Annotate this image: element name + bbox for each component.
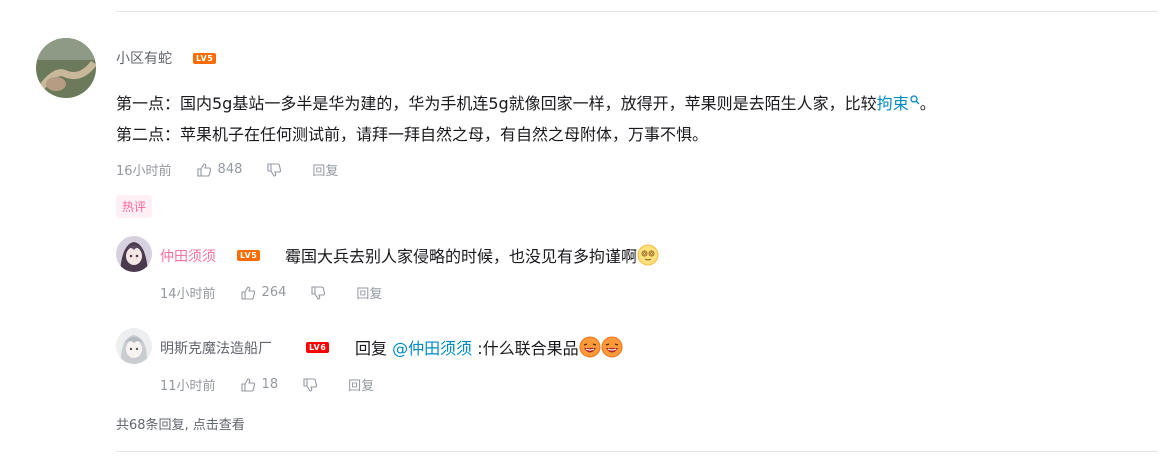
- hot-comment-tag: 热评: [116, 195, 153, 218]
- reply-button[interactable]: 回复: [356, 283, 382, 302]
- level-badge: LV5: [237, 250, 261, 261]
- username[interactable]: 小区有蛇: [116, 48, 172, 68]
- laughing-face-emoji-icon: [601, 336, 623, 358]
- comment-text-segment: 第一点：国内5g基站一多半是华为建的，华为手机连5g就像回家一样，放得开，苹果则…: [116, 94, 877, 113]
- like-count: 848: [217, 162, 243, 177]
- thumbs-down-icon: [267, 162, 282, 177]
- reply-avatar[interactable]: [116, 236, 152, 272]
- timestamp: 11小时前: [160, 379, 216, 394]
- timestamp: 14小时前: [160, 287, 216, 302]
- reply-username[interactable]: 明斯克魔法造船厂: [160, 338, 272, 358]
- reply-prefix: 回复: [355, 339, 388, 358]
- comment-text-line1: 第一点：国内5g基站一多半是华为建的，华为手机连5g就像回家一样，放得开，苹果则…: [116, 94, 936, 114]
- dizzy-face-emoji-icon: [637, 244, 659, 266]
- search-link[interactable]: 拘束: [877, 94, 920, 113]
- avatar[interactable]: [36, 38, 96, 98]
- thumbs-down-icon: [311, 285, 326, 300]
- reply-meta: 14小时前 264 回复: [160, 283, 406, 302]
- view-all-replies-link[interactable]: 共68条回复, 点击查看: [116, 414, 245, 433]
- thumbs-up-icon: [196, 162, 211, 177]
- bottom-divider: [116, 451, 1158, 452]
- like-count: 264: [261, 285, 287, 300]
- reply-username[interactable]: 仲田须须: [160, 246, 216, 266]
- comment-text-line2: 第二点：苹果机子在任何测试前，请拜一拜自然之母，有自然之母附体，万事不惧。: [116, 125, 709, 144]
- like-button[interactable]: 18: [240, 377, 279, 393]
- thumbs-down-icon: [303, 377, 318, 392]
- reply-meta: 11小时前 18 回复: [160, 375, 398, 394]
- reply-text-content: :什么联合果品: [477, 339, 579, 358]
- search-icon: [910, 95, 920, 105]
- reply-text-content: 霉国大兵去别人家侵略的时候，也没见有多拘谨啊: [285, 247, 638, 266]
- reply-button[interactable]: 回复: [348, 375, 374, 394]
- like-button[interactable]: 264: [240, 285, 287, 301]
- comment-meta: 16小时前 848 回复: [116, 160, 362, 179]
- reply-text: 霉国大兵去别人家侵略的时候，也没见有多拘谨啊: [285, 244, 659, 267]
- reply-avatar[interactable]: [116, 328, 152, 364]
- comment-text-segment: 。: [919, 94, 936, 113]
- reply-button[interactable]: 回复: [312, 160, 338, 179]
- laughing-face-emoji-icon: [579, 336, 601, 358]
- timestamp: 16小时前: [116, 164, 172, 179]
- thumbs-up-icon: [240, 377, 255, 392]
- dislike-button[interactable]: [302, 377, 324, 393]
- search-link-label[interactable]: 拘束: [877, 94, 909, 113]
- level-badge: LV6: [306, 342, 330, 353]
- reply-text: 回复 @仲田须须 :什么联合果品: [355, 336, 623, 359]
- thumbs-up-icon: [240, 285, 255, 300]
- dislike-button[interactable]: [266, 162, 288, 178]
- mention-link[interactable]: @仲田须须: [392, 339, 472, 358]
- like-button[interactable]: 848: [196, 162, 243, 178]
- level-badge: LV5: [193, 53, 217, 64]
- top-divider: [116, 11, 1158, 12]
- dislike-button[interactable]: [310, 285, 332, 301]
- like-count: 18: [261, 377, 279, 392]
